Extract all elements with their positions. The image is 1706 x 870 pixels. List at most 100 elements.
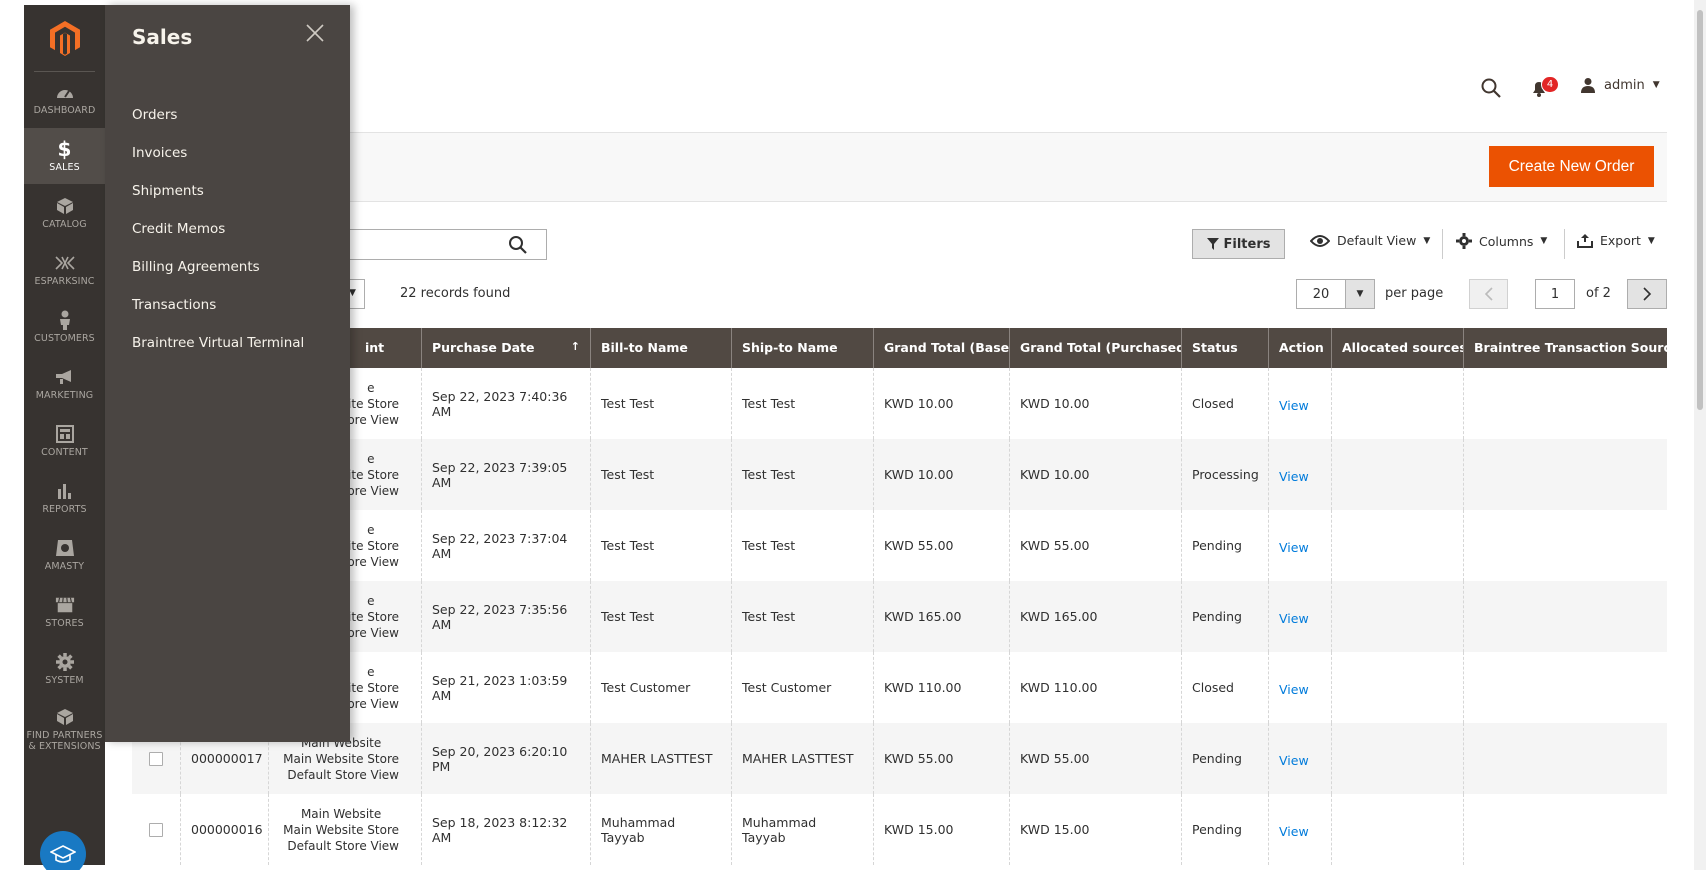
table-row[interactable]: e ite Store tore View Sep 22, 2023 7:35:56 … xyxy=(132,581,1667,652)
column-grand-total-purchased[interactable]: Grand Total (Purchased) xyxy=(1009,328,1181,368)
create-new-order-button[interactable]: Create New Order xyxy=(1489,146,1654,187)
user-icon xyxy=(1581,78,1595,93)
close-icon[interactable] xyxy=(303,21,327,45)
user-name: admin xyxy=(1604,77,1645,93)
column-ship-to-name[interactable]: Ship-to Name xyxy=(731,328,873,368)
submenu-item-invoices[interactable]: Invoices xyxy=(132,145,187,161)
submenu-item-billing-agreements[interactable]: Billing Agreements xyxy=(132,259,260,275)
grand-total-purchased-cell: KWD 110.00 xyxy=(1009,652,1181,723)
submenu-item-orders[interactable]: Orders xyxy=(132,107,177,123)
purchase-point-store: ite Store xyxy=(348,680,399,695)
previous-page-button[interactable] xyxy=(1469,279,1508,309)
nav-item-stores[interactable]: STORES xyxy=(24,584,105,640)
row-checkbox[interactable] xyxy=(149,822,163,837)
purchase-point-store: Main Website Store xyxy=(283,751,399,766)
table-row[interactable]: 000000016 Main Website Main Website Store D… xyxy=(132,794,1667,865)
filters-label: Filters xyxy=(1223,236,1271,252)
braintree-source-cell xyxy=(1463,368,1667,439)
braintree-source-cell xyxy=(1463,439,1667,510)
column-bill-to-name[interactable]: Bill-to Name xyxy=(590,328,731,368)
current-page-input[interactable]: 1 xyxy=(1535,279,1575,309)
nav-item-customers[interactable]: CUSTOMERS xyxy=(24,299,105,355)
notification-badge[interactable]: 4 xyxy=(1541,76,1559,93)
nav-item-system[interactable]: SYSTEM xyxy=(24,641,105,697)
column-grand-total-base[interactable]: Grand Total (Base) xyxy=(873,328,1009,368)
sort-arrow-icon: ↑ xyxy=(570,340,580,353)
chevron-down-icon: ▼ xyxy=(1647,235,1655,246)
submenu-title: Sales xyxy=(132,25,193,49)
scrollbar-thumb[interactable] xyxy=(1697,10,1703,410)
bill-to-name-cell: Test Test xyxy=(590,510,731,581)
status-cell: Pending xyxy=(1181,794,1268,865)
view-order-link[interactable]: View xyxy=(1268,794,1331,865)
search-input[interactable] xyxy=(341,235,481,250)
grand-total-purchased-cell: KWD 15.00 xyxy=(1009,794,1181,865)
table-row[interactable]: e ite Store tore View Sep 21, 2023 1:03:59 … xyxy=(132,652,1667,723)
nav-item-label: AMASTY xyxy=(44,561,85,572)
page-scrollbar[interactable] xyxy=(1694,0,1706,870)
nav-item-marketing[interactable]: MARKETING xyxy=(24,356,105,412)
table-row[interactable]: 000000017 Main Website Main Website Store D… xyxy=(132,723,1667,794)
column-allocated-sources[interactable]: Allocated sources xyxy=(1331,328,1463,368)
chevron-right-icon xyxy=(1643,287,1652,301)
column-braintree-transaction-source[interactable]: Braintree Transaction Source xyxy=(1463,328,1667,368)
filters-button[interactable]: Filters xyxy=(1192,229,1285,259)
next-page-button[interactable] xyxy=(1627,279,1667,309)
user-menu[interactable]: admin ▼ xyxy=(1580,77,1660,93)
nav-item-catalog[interactable]: CATALOG xyxy=(24,185,105,241)
purchase-date-cell: Sep 22, 2023 7:35:56 AM xyxy=(421,581,590,652)
column-purchase-date[interactable]: Purchase Date ↑ xyxy=(421,328,590,368)
nav-item-content[interactable]: CONTENT xyxy=(24,413,105,469)
submenu-item-transactions[interactable]: Transactions xyxy=(132,297,216,313)
nav-item-label: CUSTOMERS xyxy=(34,333,95,344)
nav-item-find-partners-extensions[interactable]: FIND PARTNERS & EXTENSIONS xyxy=(24,698,105,760)
view-order-link[interactable]: View xyxy=(1268,368,1331,439)
eye-icon xyxy=(1310,234,1330,247)
bill-to-name-cell: Test Test xyxy=(590,368,731,439)
status-cell: Pending xyxy=(1181,581,1268,652)
admin-sidebar: DASHBOARD $ SALES CATALOG ESPARKSINC CUSTOMER… xyxy=(24,5,105,870)
view-order-link[interactable]: View xyxy=(1268,652,1331,723)
ship-to-name-cell: Test Test xyxy=(731,581,873,652)
store-icon xyxy=(55,595,75,615)
help-button[interactable] xyxy=(40,831,86,870)
per-page-select[interactable]: 20 xyxy=(1296,279,1346,309)
columns-dropdown[interactable]: Columns ▼ xyxy=(1456,233,1547,249)
purchase-point-website: e xyxy=(367,522,375,537)
grand-total-base-cell: KWD 55.00 xyxy=(873,723,1009,794)
default-view-dropdown[interactable]: Default View ▼ xyxy=(1310,233,1430,248)
submenu-item-shipments[interactable]: Shipments xyxy=(132,183,204,199)
status-cell: Closed xyxy=(1181,368,1268,439)
view-order-link[interactable]: View xyxy=(1268,723,1331,794)
dashboard-icon xyxy=(55,82,75,102)
view-order-link[interactable]: View xyxy=(1268,510,1331,581)
submenu-item-credit-memos[interactable]: Credit Memos xyxy=(132,221,225,237)
per-page-toggle[interactable]: ▼ xyxy=(1345,279,1375,309)
export-dropdown[interactable]: Export ▼ xyxy=(1577,233,1655,248)
nav-item-reports[interactable]: REPORTS xyxy=(24,470,105,526)
grand-total-purchased-cell: KWD 165.00 xyxy=(1009,581,1181,652)
table-row[interactable]: e ite Store tore View Sep 22, 2023 7:39:05 … xyxy=(132,439,1667,510)
grand-total-base-cell: KWD 10.00 xyxy=(873,368,1009,439)
view-order-link[interactable]: View xyxy=(1268,581,1331,652)
view-order-link[interactable]: View xyxy=(1268,439,1331,510)
nav-item-sales[interactable]: $ SALES xyxy=(24,128,105,184)
purchase-point-store: Main Website Store xyxy=(283,822,399,837)
allocated-sources-cell xyxy=(1331,439,1463,510)
page-actions-bar xyxy=(132,132,1667,202)
nav-item-amasty[interactable]: AMASTY xyxy=(24,527,105,583)
purchase-date-cell: Sep 22, 2023 7:40:36 AM xyxy=(421,368,590,439)
magento-logo[interactable] xyxy=(24,5,105,71)
row-checkbox[interactable] xyxy=(149,751,163,766)
submenu-item-braintree-virtual-terminal[interactable]: Braintree Virtual Terminal xyxy=(132,335,304,351)
search-icon[interactable] xyxy=(1480,77,1502,99)
search-submit-icon[interactable] xyxy=(508,235,527,254)
table-row[interactable]: e ite Store tore View Sep 22, 2023 7:40:36 … xyxy=(132,368,1667,439)
ship-to-name-cell: Test Customer xyxy=(731,652,873,723)
nav-item-esparksinc[interactable]: ESPARKSINC xyxy=(24,242,105,298)
nav-item-dashboard[interactable]: DASHBOARD xyxy=(24,71,105,127)
purchase-date-cell: Sep 22, 2023 7:39:05 AM xyxy=(421,439,590,510)
column-status[interactable]: Status xyxy=(1181,328,1268,368)
nav-item-label: SALES xyxy=(49,162,80,173)
table-row[interactable]: e ite Store tore View Sep 22, 2023 7:37:04 … xyxy=(132,510,1667,581)
